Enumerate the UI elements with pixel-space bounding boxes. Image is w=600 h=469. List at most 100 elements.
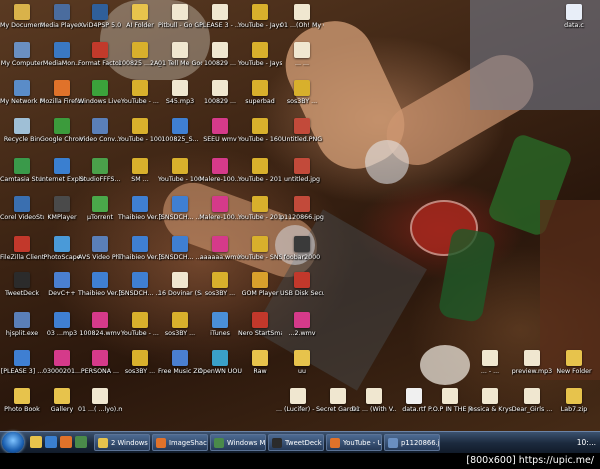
desktop-icon[interactable]: Free Music Zilla: [158, 350, 202, 376]
desktop-icon[interactable]: 01 Tell Me Goodbye...: [158, 42, 202, 68]
taskbar-button[interactable]: 2 Windows L...: [94, 434, 150, 451]
image-credit: [800x600] https://upic.me/: [466, 455, 594, 466]
desktop-icon[interactable]: Pitbull - Go Girl.mp3: [158, 4, 202, 30]
taskbar-button[interactable]: p1120866.jpg ...: [384, 434, 440, 451]
desktop-icon[interactable]: iTunes: [198, 312, 242, 338]
desktop-icon[interactable]: AVS Video Photo...: [78, 236, 122, 262]
desktop-icon[interactable]: 100825 ...2A_...: [118, 42, 162, 68]
desktop-icon[interactable]: 01 ...( ...lyo).mp3: [78, 388, 122, 414]
desktop-icon[interactable]: sos3BY ...: [118, 350, 162, 376]
desktop-icon[interactable]: OpenWN UOU: [198, 350, 242, 376]
desktop-icon[interactable]: Thaibieo Ver.3 RU...: [78, 272, 122, 298]
desktop-icon[interactable]: My Documents: [0, 4, 44, 30]
firefox-quicklaunch-icon[interactable]: [60, 436, 72, 448]
desktop-icon[interactable]: [SNSDCH... ...: [158, 196, 202, 222]
desktop-icon[interactable]: Thaibieo Ver.3 R...: [118, 196, 162, 222]
taskbar-button-label: p1120866.jpg ...: [401, 439, 440, 447]
desktop-icon[interactable]: P.O.P IN THE ROO...: [428, 388, 472, 414]
desktop-icon[interactable]: Raw: [238, 350, 282, 376]
desktop-icon[interactable]: superbad: [238, 80, 282, 106]
desktop-icon-label: My Computer: [0, 60, 44, 67]
taskbar-button[interactable]: TweetDeck: [268, 434, 324, 451]
desktop-icon[interactable]: ... ...: [280, 42, 324, 68]
desktop-icon[interactable]: New Folder: [552, 350, 596, 376]
desktop-icon[interactable]: My Network Places: [0, 80, 44, 106]
desktop-icon[interactable]: data.c: [552, 4, 596, 30]
desktop-icon[interactable]: AI Folder: [118, 4, 162, 30]
taskbar-button[interactable]: Windows Medi...: [210, 434, 266, 451]
desktop-icon[interactable]: FileZilla Client: [0, 236, 44, 262]
desktop-icon[interactable]: [SNSDCH... ...: [158, 236, 202, 262]
desktop-icon[interactable]: Untitled.PNG: [280, 118, 324, 144]
desktop-icon[interactable]: sos3BY ...: [280, 80, 324, 106]
desktop-icon[interactable]: 100825_S...: [158, 118, 202, 144]
desktop-icon[interactable]: Jessica & Krystal - ...: [468, 388, 512, 414]
desktop-icon[interactable]: TweetDeck: [0, 272, 44, 298]
desktop-icon[interactable]: My Computer: [0, 42, 44, 68]
start-button[interactable]: [2, 432, 24, 453]
desktop-icon[interactable]: Corel VideoStu...: [0, 196, 44, 222]
desktop-icon[interactable]: sos3BY ...: [158, 312, 202, 338]
desktop-icon[interactable]: Thaibieo Ver.3 R...: [118, 236, 162, 262]
desktop-icon[interactable]: 100829 ...: [198, 42, 242, 68]
desktop-icon[interactable]: [SNSDCH... ...: [118, 272, 162, 298]
desktop-icon[interactable]: sos3BY ...: [198, 272, 242, 298]
desktop-icon-label: 100829 ...: [203, 98, 237, 105]
show-desktop-icon[interactable]: [30, 436, 42, 448]
desktop-icon[interactable]: YouTube - SNSD 10...: [238, 236, 282, 262]
desktop-icon[interactable]: 01 ...(Oh! My G...: [280, 4, 324, 30]
desktop-icon[interactable]: YouTube - Jays2735 S...: [238, 4, 282, 30]
desktop-icon[interactable]: Camtasia Studio 4: [0, 158, 44, 184]
desktop-icon-label: sos3BY ...: [286, 98, 318, 105]
desktop-icon[interactable]: PERSONA ...: [78, 350, 122, 376]
desktop-icon[interactable]: Photo Book: [0, 388, 44, 414]
desktop-icon[interactable]: uu: [280, 350, 324, 376]
audio-file-icon: [524, 350, 540, 366]
desktop-icon[interactable]: StudioFFFS...: [78, 158, 122, 184]
desktop-icon[interactable]: USB Disk Security: [280, 272, 324, 298]
desktop-icon[interactable]: XviD4PSP 5.0: [78, 4, 122, 30]
desktop-icon[interactable]: Dear_Girls ...: [510, 388, 554, 414]
desktop-icon[interactable]: preview.mp3: [510, 350, 554, 376]
desktop-icon[interactable]: Format Factory: [78, 42, 122, 68]
desktop-icon[interactable]: YouTube - ...: [118, 80, 162, 106]
desktop-icon[interactable]: 16 Dovinar (Say ITH...: [158, 272, 202, 298]
desktop-icon[interactable]: Recycle Bin: [0, 118, 44, 144]
desktop-icon[interactable]: µTorrent: [78, 196, 122, 222]
taskbar-button[interactable]: YouTube - Upl...: [326, 434, 382, 451]
desktop-icon[interactable]: SEEU wmv: [198, 118, 242, 144]
desktop-icon[interactable]: 01 ... (With V...: [352, 388, 396, 414]
desktop-icon[interactable]: Lab7.zip: [552, 388, 596, 414]
desktop-icon[interactable]: Nero StartSmart: [238, 312, 282, 338]
desktop-icon[interactable]: [PLEASE 3] ...: [0, 350, 44, 376]
desktop-icon[interactable]: Malere-100...: [198, 158, 242, 184]
media-quicklaunch-icon[interactable]: [75, 436, 87, 448]
desktop-icon[interactable]: GOM Player: [238, 272, 282, 298]
desktop-icon[interactable]: Video Conv...: [78, 118, 122, 144]
desktop-icon[interactable]: ... (Lucifer) - ...: [276, 388, 320, 414]
desktop-icon[interactable]: S45.mp3: [158, 80, 202, 106]
desktop-icon[interactable]: YouTube - 20100828...: [238, 158, 282, 184]
desktop-icon[interactable]: foobar2000: [280, 236, 324, 262]
desktop-icon[interactable]: aaaaaa.wmv: [198, 236, 242, 262]
desktop-icon[interactable]: ...2.wmv: [280, 312, 324, 338]
desktop-icon[interactable]: YouTube - Jays2735 S...: [238, 42, 282, 68]
ie-quicklaunch-icon[interactable]: [45, 436, 57, 448]
desktop-icon[interactable]: ... - ...: [468, 350, 512, 376]
desktop-icon[interactable]: YouTube - ...: [118, 312, 162, 338]
desktop-icon[interactable]: PLEASE 3 - ...: [198, 4, 242, 30]
desktop-icon[interactable]: 100829 ...: [198, 80, 242, 106]
desktop-icon[interactable]: Windows Live Mess...: [78, 80, 122, 106]
desktop-icon[interactable]: untitled.jpg: [280, 158, 324, 184]
desktop-icon[interactable]: Malere-100...: [198, 196, 242, 222]
desktop-icon[interactable]: YouTube - 16019684...: [238, 118, 282, 144]
taskbar-button[interactable]: ImageShack® ...: [152, 434, 208, 451]
desktop-icon[interactable]: YouTube - 100821...: [118, 118, 162, 144]
desktop-icon[interactable]: hjsplit.exe: [0, 312, 44, 338]
desktop-icon[interactable]: SM ...: [118, 158, 162, 184]
desktop-icon[interactable]: p1120866.jpg: [280, 196, 324, 222]
desktop-icon[interactable]: YouTube - 20100828...: [238, 196, 282, 222]
desktop-icon[interactable]: 100824.wmv: [78, 312, 122, 338]
desktop-icon[interactable]: YouTube - 100821...: [158, 158, 202, 184]
clock[interactable]: 10:...: [577, 438, 596, 447]
